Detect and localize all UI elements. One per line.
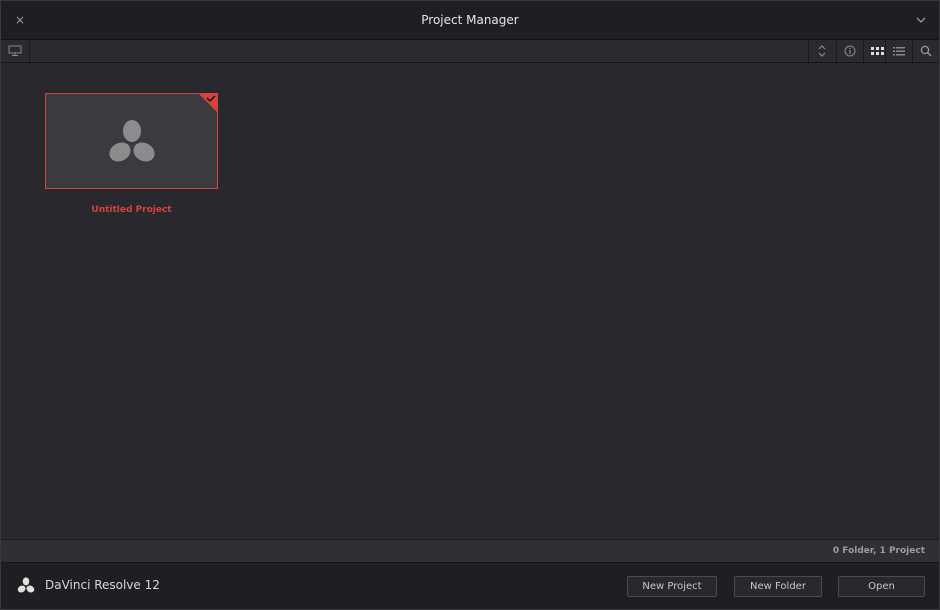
davinci-logo-icon	[17, 577, 35, 593]
davinci-logo-icon	[108, 119, 156, 167]
open-button[interactable]: Open	[838, 576, 925, 597]
search-icon[interactable]	[912, 40, 939, 62]
selected-check-icon	[198, 93, 218, 117]
new-project-button[interactable]: New Project	[627, 576, 717, 597]
project-browser: Untitled Project	[1, 63, 939, 539]
app-name: DaVinci Resolve 12	[45, 578, 160, 592]
info-icon[interactable]	[836, 40, 863, 62]
new-folder-button[interactable]: New Folder	[734, 576, 822, 597]
footer-bar: DaVinci Resolve 12 New Project New Folde…	[1, 563, 939, 609]
project-name[interactable]: Untitled Project	[45, 205, 218, 215]
list-view-icon[interactable]	[885, 40, 912, 62]
app-brand: DaVinci Resolve 12	[17, 577, 160, 593]
close-icon[interactable]: ×	[13, 13, 27, 27]
toolbar	[1, 40, 939, 63]
title-bar: × Project Manager	[1, 1, 939, 40]
project-manager-window: × Project Manager Untitled Project 0 Fol…	[0, 0, 940, 610]
window-title: Project Manager	[421, 13, 519, 27]
status-text: 0 Folder, 1 Project	[832, 546, 925, 556]
project-thumbnail[interactable]	[45, 93, 218, 189]
chevron-down-icon[interactable]	[913, 12, 929, 28]
sort-icon[interactable]	[808, 40, 835, 62]
status-bar: 0 Folder, 1 Project	[1, 539, 939, 563]
monitor-icon[interactable]	[1, 40, 30, 62]
